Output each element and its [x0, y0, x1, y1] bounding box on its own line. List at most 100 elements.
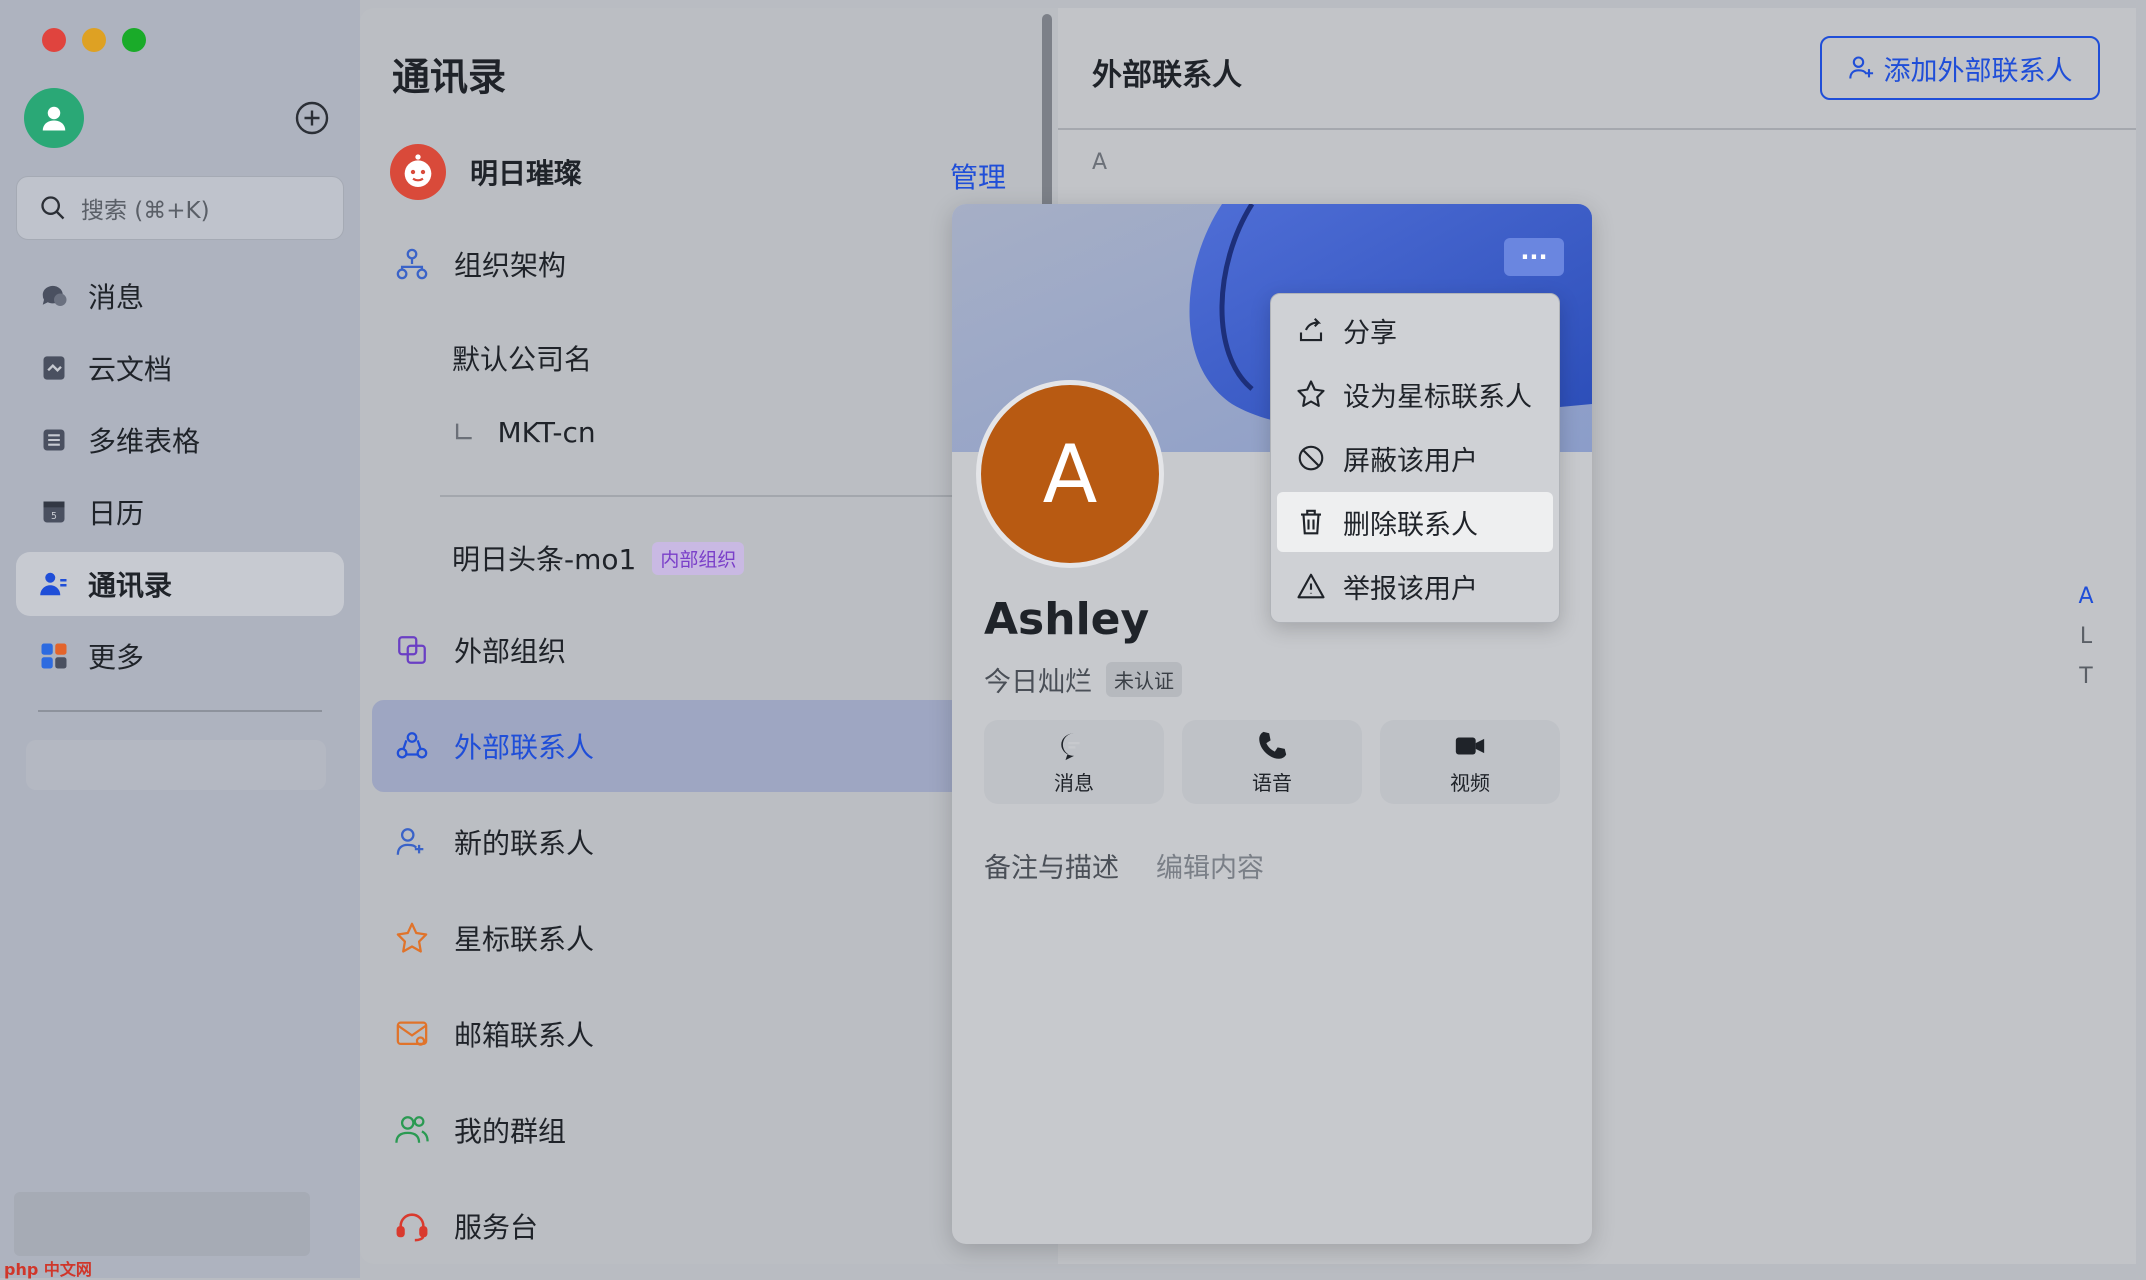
- divider: [440, 495, 1040, 497]
- nav-label: 云文档: [88, 353, 173, 386]
- add-external-contact-button[interactable]: 添加外部联系人: [1820, 36, 2100, 100]
- contact-avatar: A: [976, 380, 1164, 568]
- edit-notes-link[interactable]: 编辑内容: [1156, 846, 1264, 885]
- trash-icon: [1295, 506, 1327, 538]
- menu-label: 分享: [1343, 317, 1397, 349]
- table-icon: [38, 424, 70, 456]
- menu-label: 屏蔽该用户: [1343, 445, 1478, 477]
- menu-label: 设为星标联系人: [1343, 381, 1532, 413]
- add-external-contact-label: 添加外部联系人: [1883, 55, 2073, 87]
- share-icon: [1295, 314, 1327, 346]
- org-structure-label: 组织架构: [454, 249, 567, 282]
- org-logo: [390, 144, 446, 200]
- more-button[interactable]: ···: [1504, 238, 1564, 276]
- menu-share[interactable]: 分享: [1277, 300, 1553, 360]
- nav-more[interactable]: 更多: [16, 624, 344, 688]
- internal-org-label: 明日头条-mo1: [452, 543, 637, 576]
- nav-contacts[interactable]: 通讯录: [16, 552, 344, 616]
- nav-base[interactable]: 多维表格: [16, 408, 344, 472]
- video-call-button[interactable]: 视频: [1380, 720, 1560, 804]
- external-org-label: 外部组织: [454, 635, 567, 668]
- watermark: php 中文网: [4, 1260, 92, 1279]
- headset-icon: [392, 1206, 432, 1246]
- scrollbar[interactable]: [1042, 14, 1052, 214]
- voice-label: 语音: [1252, 770, 1292, 795]
- contacts-icon: [38, 568, 70, 600]
- minimize-window-button[interactable]: [82, 28, 106, 52]
- sidebar: 搜索 (⌘+K) 消息 云文档 多维表格 5 日历 通讯录 更多: [0, 0, 360, 1278]
- menu-delete[interactable]: 删除联系人: [1277, 492, 1553, 552]
- panel-title: 外部联系人: [1092, 58, 1242, 93]
- video-icon: [1455, 737, 1485, 754]
- az-index-a[interactable]: A: [2074, 584, 2098, 609]
- apps-icon: [38, 640, 70, 672]
- star-icon: [392, 918, 432, 958]
- nav-label: 通讯录: [88, 569, 173, 602]
- search-input[interactable]: 搜索 (⌘+K): [16, 176, 344, 240]
- external-contacts-icon: [392, 726, 432, 766]
- divider: [1058, 128, 2136, 130]
- warning-icon: [1295, 570, 1327, 602]
- external-contacts-label: 外部联系人: [454, 731, 595, 764]
- nav-label: 更多: [88, 641, 145, 674]
- chat-icon: [38, 280, 70, 312]
- mailbox-label: 邮箱联系人: [454, 1019, 595, 1052]
- svg-text:5: 5: [51, 511, 57, 522]
- group-icon: [392, 1110, 432, 1150]
- video-label: 视频: [1450, 770, 1490, 795]
- divider: [38, 710, 322, 712]
- tree-branch: ∟: [452, 416, 476, 449]
- helpdesk-label: 服务台: [454, 1211, 539, 1244]
- mail-contact-icon: [392, 1014, 432, 1054]
- search-placeholder: 搜索 (⌘+K): [81, 198, 210, 224]
- sub-dept-item[interactable]: ∟ MKT-cn: [452, 416, 596, 449]
- search-icon: [41, 196, 65, 220]
- org-chart-icon: [392, 244, 432, 284]
- blurred-item: [26, 740, 326, 790]
- az-index-l[interactable]: L: [2074, 624, 2098, 649]
- message-button[interactable]: 消息: [984, 720, 1164, 804]
- menu-report[interactable]: 举报该用户: [1277, 556, 1553, 616]
- menu-star[interactable]: 设为星标联系人: [1277, 364, 1553, 424]
- chat-bubble-icon: [1061, 732, 1080, 760]
- nav-label: 多维表格: [88, 425, 201, 458]
- message-label: 消息: [1054, 770, 1094, 795]
- groups-label: 我的群组: [454, 1115, 567, 1148]
- avatar[interactable]: [24, 88, 84, 148]
- notes-label: 备注与描述: [984, 853, 1119, 884]
- calendar-icon: 5: [38, 496, 70, 528]
- external-org-icon: [392, 630, 432, 670]
- contact-company: 今日灿烂: [984, 667, 1092, 698]
- maximize-window-button[interactable]: [122, 28, 146, 52]
- manage-link[interactable]: 管理: [950, 156, 1006, 196]
- org-name: 明日璀璨: [470, 157, 583, 190]
- az-index-t[interactable]: T: [2074, 664, 2098, 689]
- section-letter: A: [1092, 150, 1108, 175]
- sub-dept-label: MKT-cn: [497, 416, 596, 449]
- star-icon: [1295, 378, 1327, 410]
- phone-icon: [1259, 731, 1287, 759]
- nav-label: 日历: [88, 497, 145, 530]
- new-contacts-label: 新的联系人: [454, 827, 595, 860]
- block-icon: [1295, 442, 1327, 474]
- context-menu: 分享 设为星标联系人 屏蔽该用户 删除联系人 举报该用户: [1270, 293, 1560, 623]
- page-title: 通讯录: [392, 55, 507, 99]
- starred-label: 星标联系人: [454, 923, 595, 956]
- nav-docs[interactable]: 云文档: [16, 336, 344, 400]
- add-icon[interactable]: [294, 100, 330, 136]
- menu-label: 删除联系人: [1343, 509, 1478, 541]
- menu-block[interactable]: 屏蔽该用户: [1277, 428, 1553, 488]
- voice-call-button[interactable]: 语音: [1182, 720, 1362, 804]
- nav-messages[interactable]: 消息: [16, 264, 344, 328]
- close-window-button[interactable]: [42, 28, 66, 52]
- internal-badge: 内部组织: [652, 541, 745, 575]
- default-company-item[interactable]: 默认公司名: [452, 338, 592, 378]
- contact-company-row: 今日灿烂 未认证: [984, 660, 1182, 699]
- nav-label: 消息: [88, 281, 145, 314]
- document-icon: [38, 352, 70, 384]
- nav-calendar[interactable]: 5 日历: [16, 480, 344, 544]
- add-user-icon: [1848, 56, 1873, 79]
- contact-name: Ashley: [984, 594, 1150, 645]
- internal-org-item[interactable]: 明日头条-mo1 内部组织: [452, 538, 745, 578]
- menu-label: 举报该用户: [1343, 573, 1478, 605]
